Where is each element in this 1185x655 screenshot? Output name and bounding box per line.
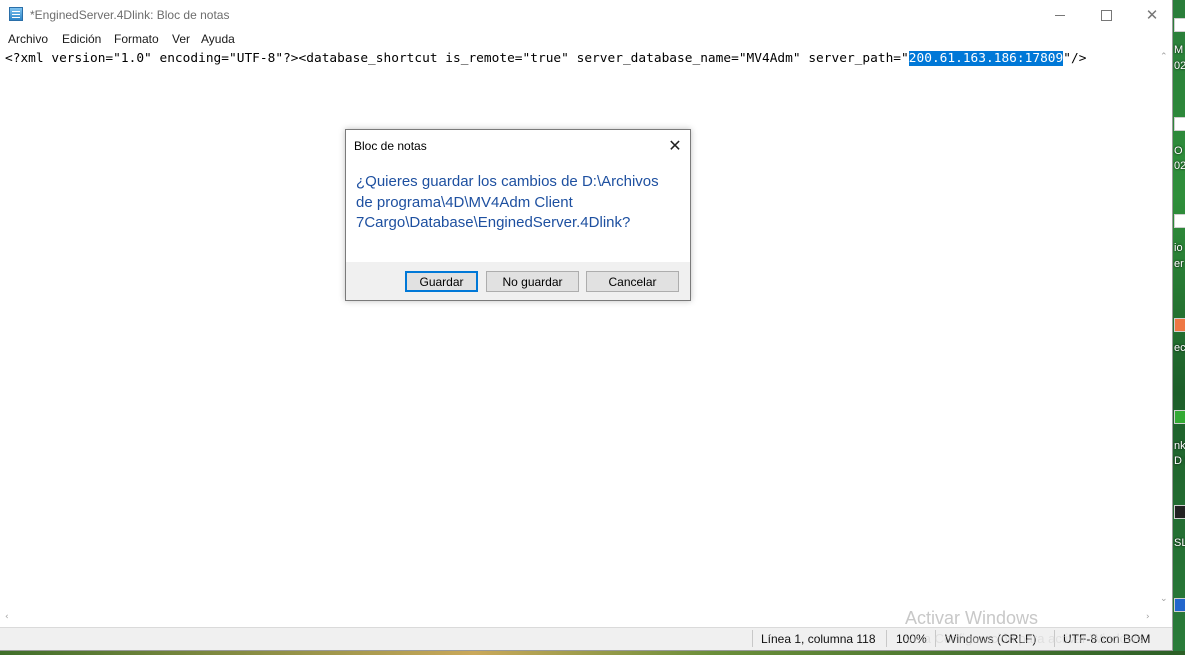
status-cursor-position: Línea 1, columna 118 [761, 632, 876, 646]
desktop-app-icon[interactable] [1174, 318, 1185, 332]
menu-ver[interactable]: Ver [172, 32, 190, 46]
close-icon: ✕ [1145, 6, 1159, 24]
desktop-label: O [1174, 145, 1183, 157]
dialog-title: Bloc de notas [354, 139, 427, 153]
desktop-file-icon[interactable] [1174, 117, 1185, 131]
activation-watermark-title: Activar Windows [905, 608, 1039, 628]
editor-text-before: <?xml version="1.0" encoding="UTF-8"?><d… [5, 51, 909, 66]
close-button[interactable]: ✕ [1129, 0, 1175, 30]
chevron-up-icon[interactable]: ⌃ [1160, 52, 1168, 62]
menu-edicion[interactable]: Edición [62, 32, 101, 46]
save-button[interactable]: Guardar [405, 271, 478, 292]
taskbar-edge [0, 651, 1185, 655]
minimize-button[interactable] [1037, 0, 1083, 30]
menu-archivo[interactable]: Archivo [8, 32, 48, 46]
vertical-scrollbar[interactable]: ⌃ ⌄ [1157, 49, 1172, 610]
editor-line: <?xml version="1.0" encoding="UTF-8"?><d… [5, 51, 1086, 66]
desktop-app-icon[interactable] [1174, 505, 1185, 519]
window-title: *EnginedServer.4Dlink: Bloc de notas [30, 8, 230, 22]
desktop-label: 02 [1174, 160, 1185, 172]
dialog-message: ¿Quieres guardar los cambios de D:\Archi… [356, 172, 676, 234]
title-bar[interactable]: *EnginedServer.4Dlink: Bloc de notas ✕ [0, 0, 1172, 30]
menu-ayuda[interactable]: Ayuda [201, 32, 235, 46]
activation-watermark-subtitle: Ve a Configuración para activar Windows. [905, 631, 1147, 646]
desktop-app-icon[interactable] [1174, 598, 1185, 612]
status-divider [752, 630, 753, 647]
desktop-label: D M [1174, 455, 1185, 467]
save-changes-dialog: Bloc de notas ✕ ¿Quieres guardar los cam… [345, 129, 691, 301]
desktop-label: io [1174, 242, 1183, 254]
cancel-button[interactable]: Cancelar [586, 271, 679, 292]
notepad-window: *EnginedServer.4Dlink: Bloc de notas ✕ A… [0, 0, 1173, 651]
desktop-label: 02 [1174, 60, 1185, 72]
maximize-icon [1100, 9, 1112, 21]
desktop-label: SL [1174, 537, 1185, 549]
dont-save-button[interactable]: No guardar [486, 271, 579, 292]
minimize-icon [1055, 14, 1065, 16]
desktop-label: er [1174, 258, 1184, 270]
dialog-button-bar: Guardar No guardar Cancelar [346, 262, 690, 300]
menu-formato[interactable]: Formato [114, 32, 159, 46]
desktop-label: nk [1174, 440, 1185, 452]
desktop-file-icon[interactable] [1174, 214, 1185, 228]
chevron-right-icon[interactable]: › [1146, 612, 1150, 622]
desktop-app-icon[interactable] [1174, 410, 1185, 424]
desktop-label: M [1174, 44, 1184, 56]
editor-selection: 200.61.163.186:17809 [908, 51, 1064, 66]
dialog-close-button[interactable]: ✕ [662, 134, 688, 156]
menu-bar: Archivo Edición Formato Ver Ayuda [0, 30, 1172, 49]
dialog-message-line: ¿Quieres guardar los cambios de D:\Archi… [356, 173, 659, 190]
desktop-label: ec [1174, 342, 1185, 354]
dialog-message-line: de programa\4D\MV4Adm Client [356, 193, 573, 211]
chevron-left-icon[interactable]: ‹ [5, 612, 9, 622]
desktop-file-icon[interactable] [1174, 18, 1185, 32]
dialog-message-line: 7Cargo\Database\EnginedServer.4Dlink? [356, 214, 631, 231]
close-icon: ✕ [668, 135, 682, 155]
chevron-down-icon[interactable]: ⌄ [1160, 594, 1168, 604]
editor-text-after: "/> [1063, 51, 1087, 66]
desktop-background: M 02 O 02 io er ec nk D M SL [1173, 0, 1185, 655]
status-divider [886, 630, 887, 647]
maximize-button[interactable] [1083, 0, 1129, 30]
notepad-icon [9, 7, 23, 21]
